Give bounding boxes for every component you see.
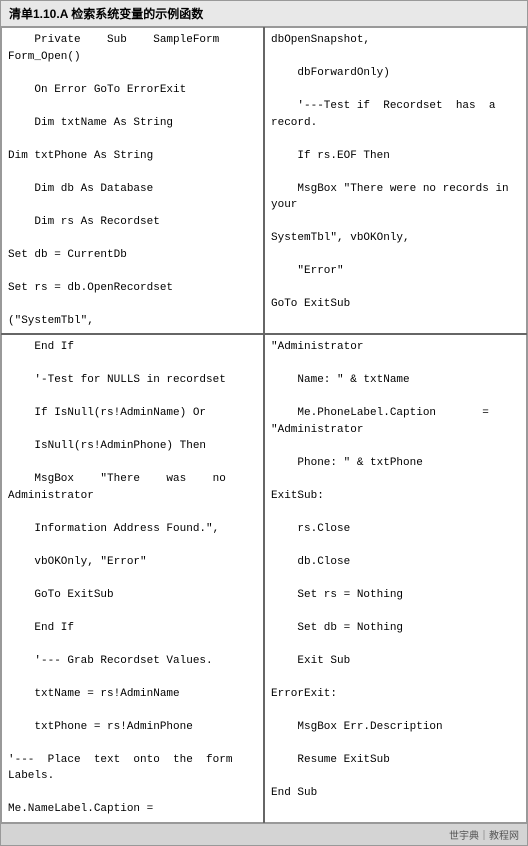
footer-bar: 世宇典｜教程网	[1, 823, 527, 845]
code-table: Private Sub SampleForm Form_Open() On Er…	[1, 27, 527, 823]
code-left-0: Private Sub SampleForm Form_Open() On Er…	[2, 28, 265, 335]
header-title: 清单1.10.A 检索系统变量的示例函数	[1, 1, 527, 27]
code-right-1: "Administrator Name: " & txtName Me.Phon…	[264, 334, 527, 822]
code-left-1: End If '-Test for NULLS in recordset If …	[2, 334, 265, 822]
main-container: 清单1.10.A 检索系统变量的示例函数 Private Sub SampleF…	[0, 0, 528, 846]
code-right-0: dbOpenSnapshot, dbForwardOnly) '---Test …	[264, 28, 527, 335]
